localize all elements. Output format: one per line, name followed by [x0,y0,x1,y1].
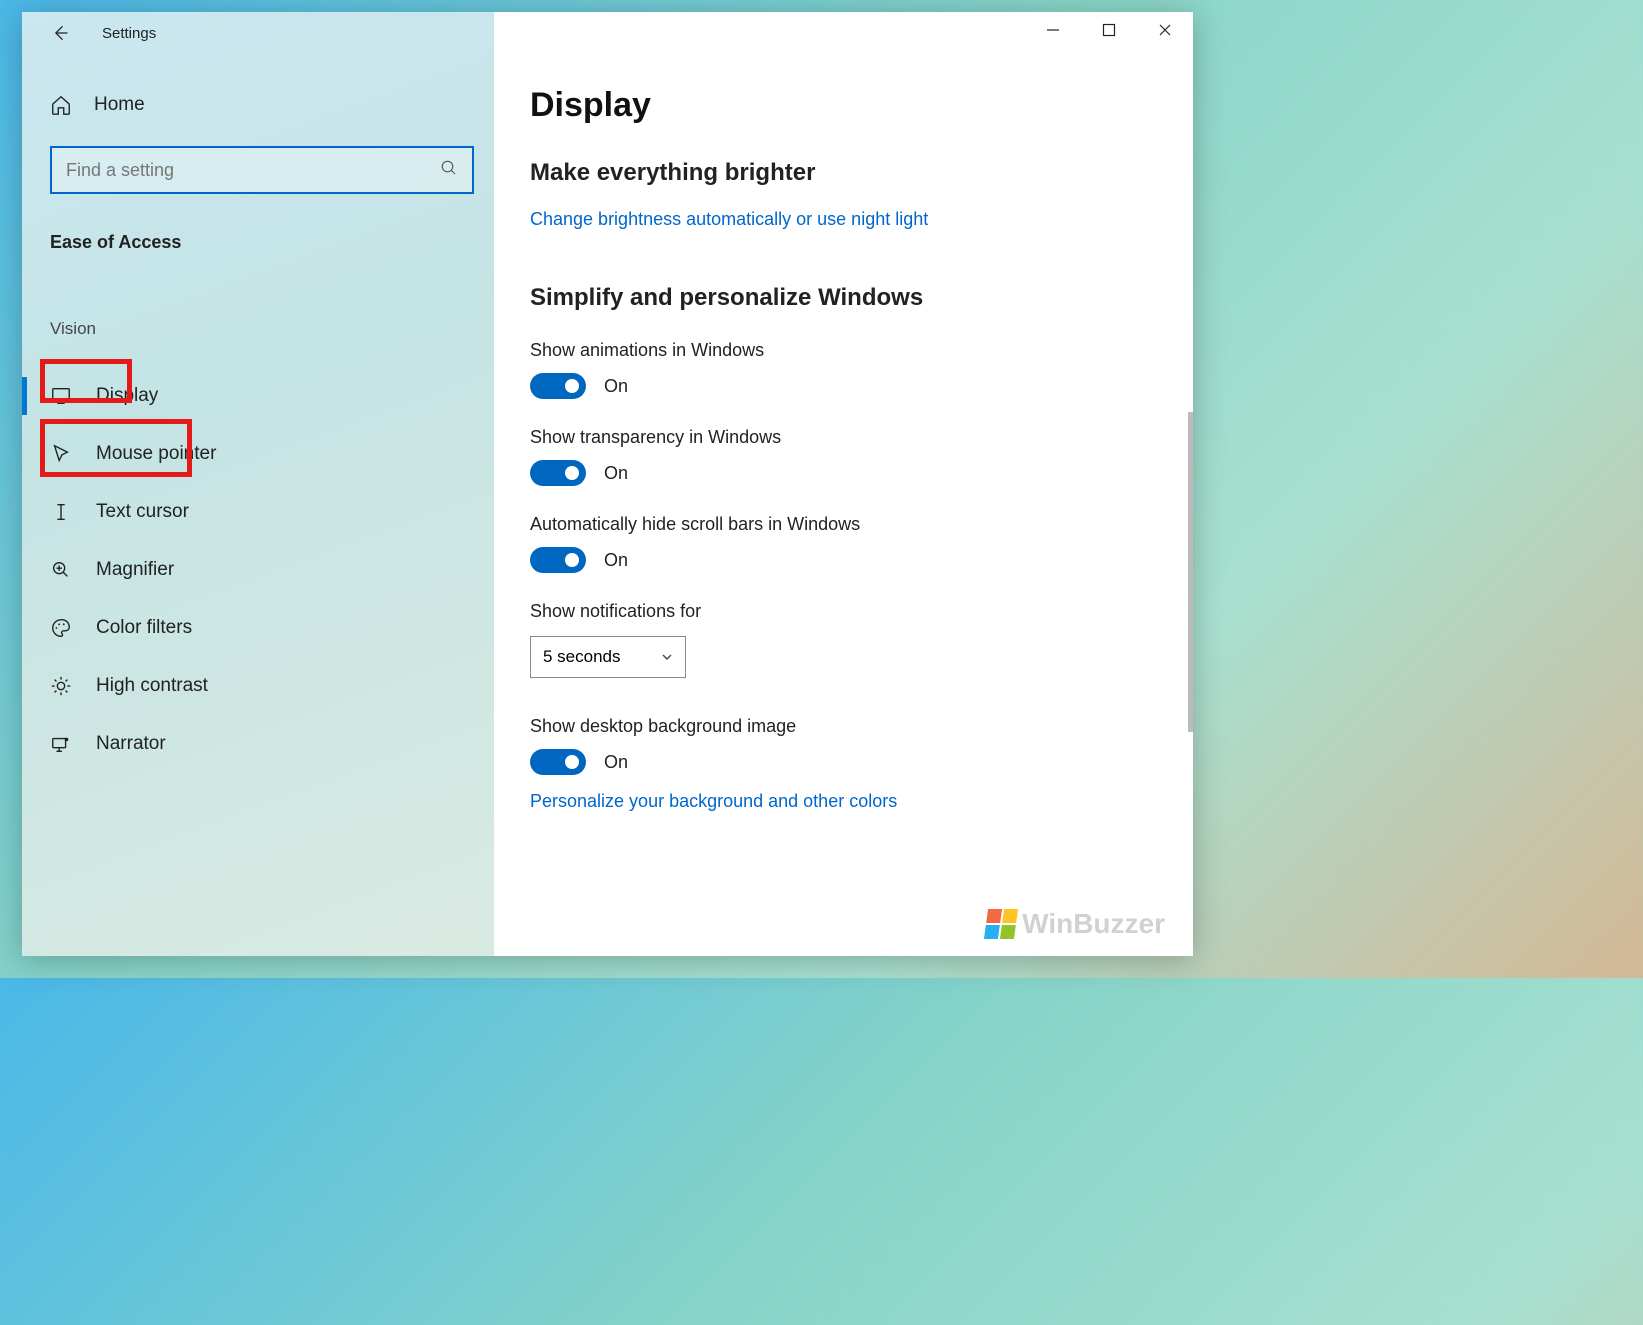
magnifier-icon [50,559,72,581]
search-box[interactable] [50,146,474,194]
minimize-icon [1046,23,1060,37]
category-label: Ease of Access [22,194,494,253]
label-background: Show desktop background image [494,678,1193,737]
window-controls [1025,12,1193,48]
nav-label: Mouse pointer [96,443,216,465]
label-transparency: Show transparency in Windows [494,399,1193,448]
nav-label: Text cursor [96,501,189,523]
narrator-icon [50,733,72,755]
toggle-state: On [604,463,628,484]
toggle-state: On [604,752,628,773]
toggle-row-transparency: On [494,448,1193,486]
toggle-row-background: On [494,737,1193,775]
content-pane: Display Make everything brighter Change … [494,12,1193,956]
maximize-icon [1102,23,1116,37]
label-animations: Show animations in Windows [494,312,1193,361]
sidebar-item-high-contrast[interactable]: High contrast [22,657,494,715]
toggle-scrollbars[interactable] [530,547,586,573]
sidebar: Settings Home Ease of Access Vision Disp… [22,12,494,956]
nav-label: Narrator [96,733,166,755]
display-icon [50,385,72,407]
watermark: WinBuzzer [986,908,1165,940]
search-icon [440,159,458,182]
nav-label: Magnifier [96,559,174,581]
titlebar-left: Settings [22,12,494,54]
group-vision-label: Vision [22,253,96,339]
cursor-icon [50,443,72,465]
nav-label: High contrast [96,675,208,697]
brightness-icon [50,675,72,697]
window-title: Settings [102,25,156,42]
sidebar-item-narrator[interactable]: Narrator [22,715,494,773]
sidebar-item-mouse-pointer[interactable]: Mouse pointer [22,425,494,483]
watermark-text: WinBuzzer [1022,908,1165,940]
watermark-logo-icon [984,909,1018,939]
sidebar-item-text-cursor[interactable]: Text cursor [22,483,494,541]
toggle-background[interactable] [530,749,586,775]
sidebar-item-color-filters[interactable]: Color filters [22,599,494,657]
text-cursor-icon [50,501,72,523]
maximize-button[interactable] [1081,12,1137,48]
link-personalize[interactable]: Personalize your background and other co… [494,775,897,812]
chevron-down-icon [661,651,673,663]
section-brightness-heading: Make everything brighter [494,125,1193,187]
toggle-state: On [604,376,628,397]
toggle-state: On [604,550,628,571]
dropdown-value: 5 seconds [543,647,621,667]
sidebar-item-display[interactable]: Display [22,367,494,425]
nav-label: Display [96,385,158,407]
search-input[interactable] [66,160,440,181]
back-button[interactable] [48,21,72,45]
settings-window: Settings Home Ease of Access Vision Disp… [22,12,1193,956]
dropdown-notifications[interactable]: 5 seconds [530,636,686,678]
toggle-transparency[interactable] [530,460,586,486]
link-brightness[interactable]: Change brightness automatically or use n… [494,187,928,230]
toggle-animations[interactable] [530,373,586,399]
scrollbar[interactable] [1188,412,1193,732]
sidebar-home[interactable]: Home [22,54,494,116]
close-button[interactable] [1137,12,1193,48]
minimize-button[interactable] [1025,12,1081,48]
sidebar-item-magnifier[interactable]: Magnifier [22,541,494,599]
home-label: Home [94,94,145,116]
arrow-left-icon [50,23,70,43]
toggle-row-scrollbars: On [494,535,1193,573]
label-scrollbars: Automatically hide scroll bars in Window… [494,486,1193,535]
palette-icon [50,617,72,639]
nav-list: Display Mouse pointer Text cursor Magnif… [22,367,494,773]
label-notifications: Show notifications for [494,573,1193,622]
toggle-row-animations: On [494,361,1193,399]
close-icon [1158,23,1172,37]
section-simplify-heading: Simplify and personalize Windows [494,230,1193,312]
home-icon [50,94,72,116]
nav-label: Color filters [96,617,192,639]
